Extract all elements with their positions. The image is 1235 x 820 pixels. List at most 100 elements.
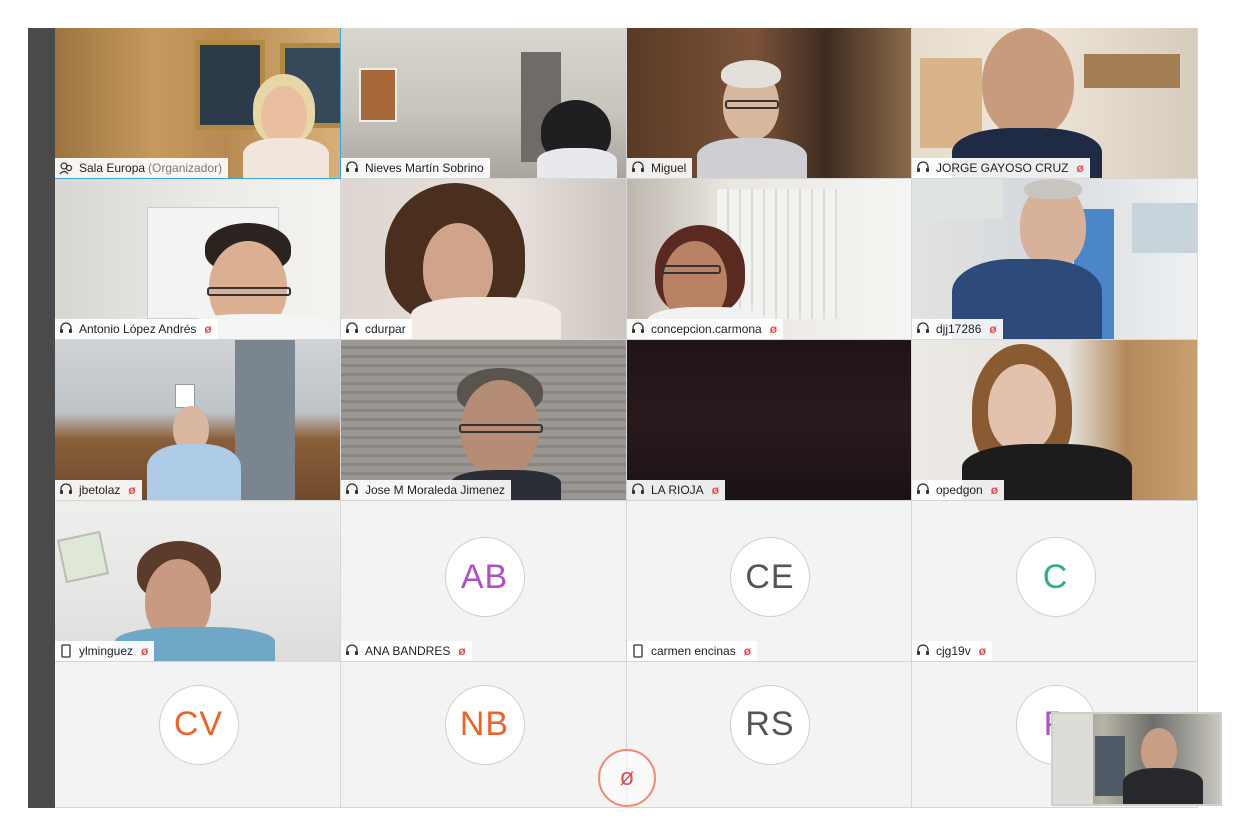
participant-tile-la-rioja[interactable]: LA RIOJA ø: [627, 340, 912, 501]
participant-name-bar: Miguel: [627, 158, 693, 178]
participant-tile-nieves[interactable]: Nieves Martín Sobrino: [341, 28, 627, 179]
video-feed: [55, 28, 340, 178]
video-feed: [341, 179, 626, 339]
headset-icon: [916, 161, 930, 175]
self-preview-video[interactable]: [1051, 712, 1222, 806]
mic-muted-icon: ø: [619, 764, 635, 791]
participant-name: JORGE GAYOSO CRUZ: [936, 161, 1069, 175]
participant-tile-antonio[interactable]: Antonio López Andrés ø: [55, 179, 341, 340]
mic-muted-icon: ø: [990, 483, 999, 497]
participant-name: Nieves Martín Sobrino: [365, 161, 484, 175]
participant-role: (Organizador): [148, 161, 223, 175]
participant-name: LA RIOJA: [651, 483, 704, 497]
participant-name-bar: LA RIOJA ø: [627, 480, 726, 500]
participant-tile-djj17286[interactable]: djj17286 ø: [912, 179, 1198, 340]
participant-name: concepcion.carmona: [651, 322, 762, 336]
participant-name: Antonio López Andrés: [79, 322, 197, 336]
participant-name-bar: Antonio López Andrés ø: [55, 319, 218, 339]
participant-tile-nb[interactable]: NB: [341, 662, 627, 808]
mic-muted-icon: ø: [989, 322, 997, 336]
participant-tile-cjg19v[interactable]: C cjg19v ø: [912, 501, 1198, 662]
video-feed: [55, 179, 340, 339]
participant-name-bar: concepcion.carmona ø: [627, 319, 784, 339]
avatar: C: [1015, 537, 1096, 617]
video-feed: [55, 501, 340, 661]
mute-microphone-button[interactable]: ø: [598, 749, 656, 807]
participant-tile-rs[interactable]: RS: [627, 662, 912, 808]
participant-name-bar: JORGE GAYOSO CRUZ ø: [912, 158, 1090, 178]
participant-name-bar: djj17286 ø: [912, 319, 1003, 339]
participant-tile-miguel[interactable]: Miguel: [627, 28, 912, 179]
mic-muted-icon: ø: [1076, 161, 1084, 175]
participant-name: djj17286: [936, 322, 982, 336]
headset-icon: [631, 322, 645, 336]
participant-grid: Sala Europa (Organizador) Nieves Martín …: [55, 28, 1198, 808]
avatar: AB: [444, 537, 525, 617]
mic-muted-icon: ø: [128, 483, 136, 497]
avatar: NB: [444, 684, 525, 765]
headset-icon: [59, 322, 73, 336]
mic-muted-icon: ø: [458, 644, 466, 658]
video-feed: [912, 340, 1197, 500]
participant-tile-jorge[interactable]: JORGE GAYOSO CRUZ ø: [912, 28, 1198, 179]
participant-name: opedgon: [936, 483, 983, 497]
video-feed: [627, 28, 911, 178]
video-feed: [55, 340, 340, 500]
mic-muted-icon: ø: [141, 644, 149, 658]
video-feed: [341, 28, 626, 178]
participant-tile-sala-europa[interactable]: Sala Europa (Organizador): [55, 28, 341, 179]
headset-icon: [916, 644, 930, 658]
participant-name: Miguel: [651, 161, 687, 175]
participant-name: Sala Europa: [79, 161, 146, 175]
video-feed: [627, 340, 911, 500]
participant-name-bar: cdurpar: [341, 319, 412, 339]
participant-name: ANA BANDRES: [365, 644, 451, 658]
mic-muted-icon: ø: [769, 322, 778, 336]
participant-tile-ana-bandres[interactable]: AB ANA BANDRES ø: [341, 501, 627, 662]
participant-name-bar: ylminguez ø: [55, 641, 155, 661]
participant-name: Jose M Moraleda Jimenez: [365, 483, 506, 497]
participant-name-bar: opedgon ø: [912, 480, 1005, 500]
video-feed: [912, 179, 1197, 339]
avatar: CV: [158, 684, 239, 765]
participant-name-bar: cjg19v ø: [912, 641, 993, 661]
headset-icon: [345, 644, 359, 658]
participant-name-bar: Jose M Moraleda Jimenez: [341, 480, 512, 500]
video-feed: [627, 179, 911, 339]
participant-tile-opedgon[interactable]: opedgon ø: [912, 340, 1198, 501]
mic-muted-icon: ø: [711, 483, 720, 497]
participant-name: cdurpar: [365, 322, 406, 336]
participant-name-bar: Nieves Martín Sobrino: [341, 158, 490, 178]
participant-tile-ylminguez[interactable]: ylminguez ø: [55, 501, 341, 662]
participant-name: cjg19v: [936, 644, 971, 658]
avatar: RS: [730, 684, 810, 765]
participant-tile-cv[interactable]: CV: [55, 662, 341, 808]
participant-name: jbetolaz: [79, 483, 121, 497]
phone-icon: [631, 644, 645, 658]
avatar: CE: [730, 537, 810, 617]
headset-icon: [345, 322, 359, 336]
participant-name: ylminguez: [79, 644, 134, 658]
participant-name-bar: Sala Europa (Organizador): [55, 158, 229, 178]
headset-icon: [59, 483, 73, 497]
mic-muted-icon: ø: [743, 644, 752, 658]
video-feed: [912, 28, 1197, 178]
mic-muted-icon: ø: [978, 644, 987, 658]
participant-tile-jbetolaz[interactable]: jbetolaz ø: [55, 340, 341, 501]
participant-tile-jose[interactable]: Jose M Moraleda Jimenez: [341, 340, 627, 501]
participant-name-bar: jbetolaz ø: [55, 480, 142, 500]
participant-tile-carmen-encinas[interactable]: CE carmen encinas ø: [627, 501, 912, 662]
mic-muted-icon: ø: [204, 322, 212, 336]
participant-name-bar: carmen encinas ø: [627, 641, 758, 661]
participant-name: carmen encinas: [651, 644, 736, 658]
participant-name-bar: ANA BANDRES ø: [341, 641, 472, 661]
headset-icon: [631, 483, 645, 497]
conference-room-icon: [59, 161, 73, 175]
phone-icon: [59, 644, 73, 658]
headset-icon: [345, 483, 359, 497]
headset-icon: [345, 161, 359, 175]
participant-tile-concepcion[interactable]: concepcion.carmona ø: [627, 179, 912, 340]
headset-icon: [916, 322, 930, 336]
headset-icon: [916, 483, 930, 497]
participant-tile-cdurpar[interactable]: cdurpar: [341, 179, 627, 340]
